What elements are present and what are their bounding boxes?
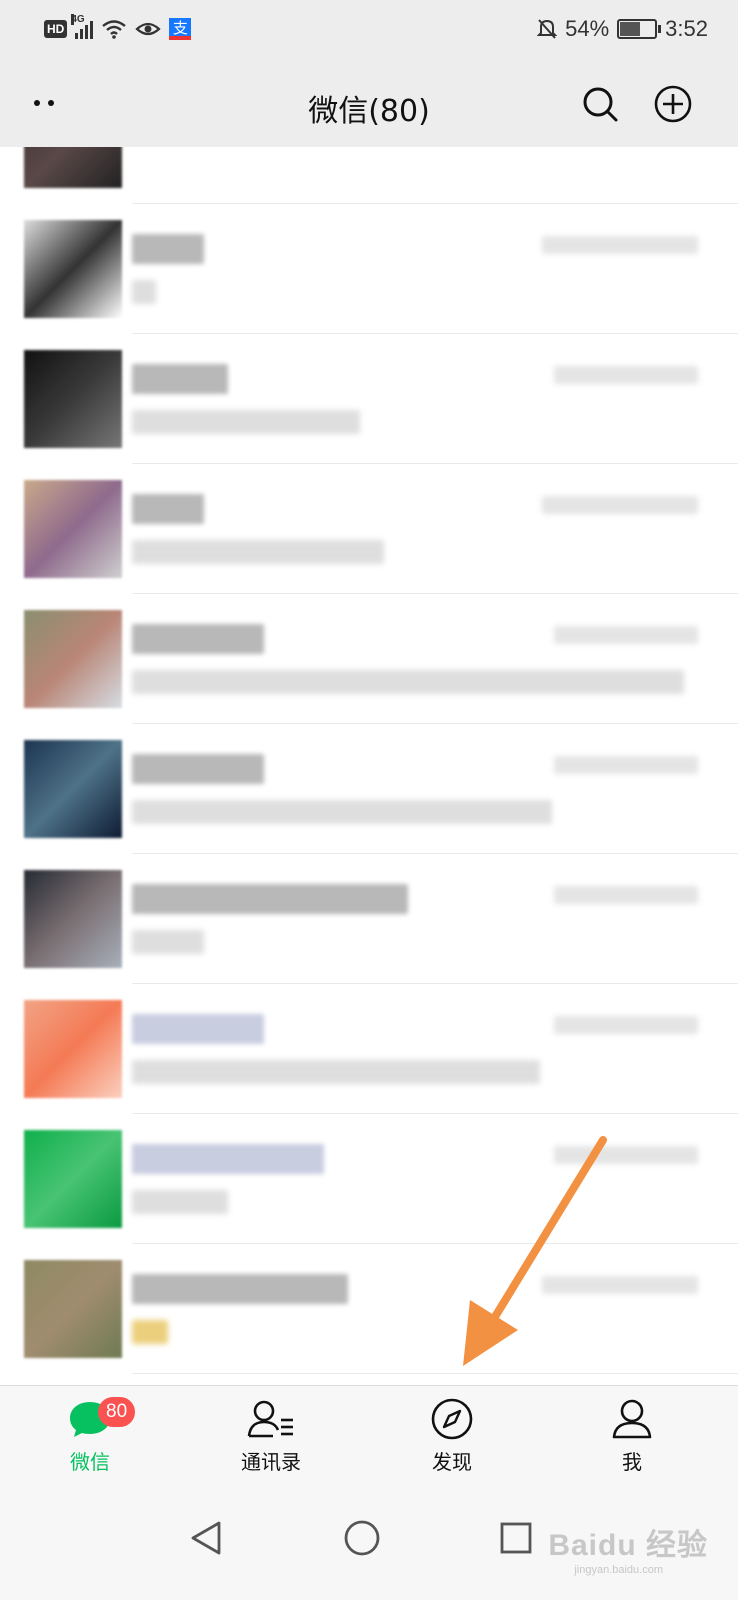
avatar[interactable]: [24, 870, 122, 968]
chat-time-redacted: [554, 366, 698, 384]
chat-name-redacted: [132, 884, 408, 914]
chat-name-redacted: [132, 754, 264, 784]
signal-icon: 4G: [71, 14, 94, 39]
chat-row[interactable]: [0, 1244, 738, 1374]
chat-preview-redacted: [132, 1060, 540, 1084]
chat-name-redacted: [132, 1274, 348, 1304]
chat-list[interactable]: [0, 147, 738, 1385]
tab-me[interactable]: 我: [562, 1398, 702, 1486]
battery-percent: 54%: [565, 16, 610, 41]
chat-time-redacted: [554, 1016, 698, 1034]
chat-row[interactable]: [0, 1114, 738, 1244]
alipay-icon: 支: [169, 18, 192, 40]
battery-icon: [617, 19, 662, 39]
status-bar: HD 4G 支 54% 3:52: [0, 0, 738, 62]
recent-square-icon[interactable]: [496, 1518, 536, 1558]
tab-label: 通讯录: [241, 1450, 301, 1474]
chat-time-redacted: [554, 1146, 698, 1164]
avatar[interactable]: [24, 1130, 122, 1228]
compass-icon: [431, 1398, 473, 1440]
unread-badge: 80: [98, 1397, 136, 1427]
chat-row[interactable]: [0, 984, 738, 1114]
chat-name-redacted: [132, 364, 228, 394]
search-icon[interactable]: [578, 82, 622, 126]
back-triangle-icon[interactable]: [186, 1518, 226, 1558]
add-circle-icon[interactable]: [651, 82, 695, 126]
eye-icon: [135, 22, 161, 36]
avatar[interactable]: [24, 740, 122, 838]
chat-row[interactable]: [0, 724, 738, 854]
app-header: 微信(80): [0, 62, 738, 147]
chat-row[interactable]: [0, 204, 738, 334]
wifi-icon: [102, 20, 127, 39]
chat-preview-redacted: [132, 930, 204, 954]
tab-contacts[interactable]: 通讯录: [201, 1398, 341, 1486]
chat-preview-redacted: [132, 670, 684, 694]
chat-row[interactable]: [0, 464, 738, 594]
clock: 3:52: [665, 16, 708, 41]
page-title: 微信(80): [308, 94, 430, 129]
chat-name-redacted: [132, 624, 264, 654]
watermark: Baidu 经验 jingyan.baidu.com: [548, 1520, 708, 1576]
chat-time-redacted: [542, 1276, 698, 1294]
network-type: 4G: [71, 14, 85, 25]
tab-label: 发现: [432, 1450, 472, 1474]
chat-row[interactable]: [0, 147, 738, 204]
chat-preview-redacted: [132, 1320, 168, 1344]
chat-row[interactable]: [0, 334, 738, 464]
contacts-icon: [247, 1400, 293, 1438]
chat-name-redacted: [132, 234, 204, 264]
watermark-url: jingyan.baidu.com: [574, 1564, 663, 1576]
tab-label: 微信: [70, 1450, 110, 1474]
tab-discover[interactable]: 发现: [382, 1398, 522, 1486]
avatar[interactable]: [24, 147, 122, 188]
tab-bar: 80 微信 通讯录 发现 我: [0, 1385, 738, 1491]
avatar[interactable]: [24, 220, 122, 318]
chat-name-redacted: [132, 494, 204, 524]
chat-time-redacted: [554, 886, 698, 904]
chat-preview-redacted: [132, 800, 552, 824]
chat-preview-redacted: [132, 410, 360, 434]
bell-off-icon: [537, 19, 558, 39]
chat-preview-redacted: [132, 1190, 228, 1214]
profile-icon: [612, 1399, 652, 1439]
chat-preview-redacted: [132, 280, 156, 304]
avatar[interactable]: [24, 1260, 122, 1358]
chat-time-redacted: [542, 236, 698, 254]
tab-label: 我: [622, 1450, 642, 1474]
chat-row[interactable]: [0, 854, 738, 984]
avatar[interactable]: [24, 610, 122, 708]
watermark-text: Baidu 经验: [548, 1529, 708, 1562]
chat-name-redacted: [132, 1144, 324, 1174]
chat-name-redacted: [132, 1014, 264, 1044]
avatar[interactable]: [24, 1000, 122, 1098]
chat-time-redacted: [554, 756, 698, 774]
row-divider: [132, 1373, 738, 1374]
chat-time-redacted: [554, 626, 698, 644]
avatar[interactable]: [24, 350, 122, 448]
hd-indicator: HD: [44, 20, 68, 38]
chat-preview-redacted: [132, 540, 384, 564]
home-circle-icon[interactable]: [342, 1518, 382, 1558]
tab-chats[interactable]: 80 微信: [20, 1397, 160, 1486]
avatar[interactable]: [24, 480, 122, 578]
chat-row[interactable]: [0, 594, 738, 724]
chat-time-redacted: [542, 496, 698, 514]
